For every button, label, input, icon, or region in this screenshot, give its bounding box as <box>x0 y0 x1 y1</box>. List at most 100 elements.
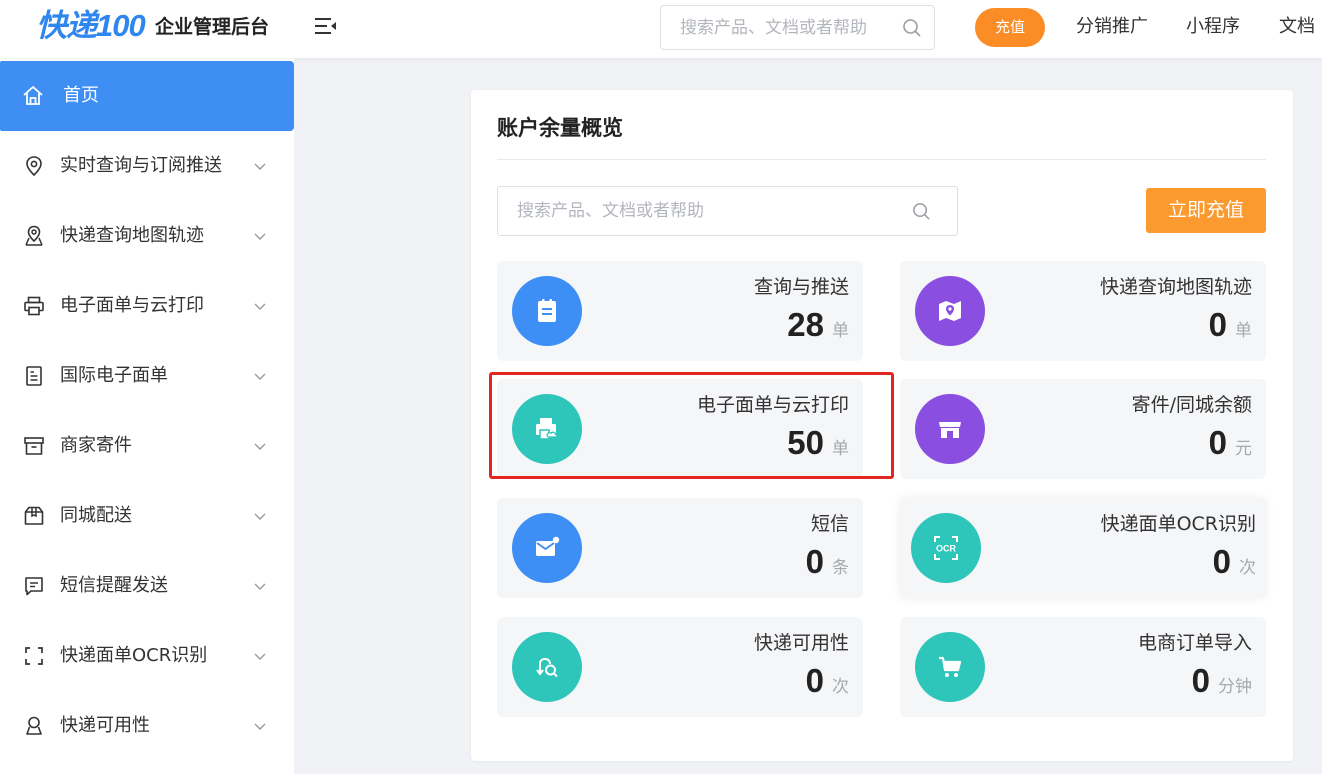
tile-name: 寄件/同城余额 <box>1131 394 1252 416</box>
tile-icon-circle <box>512 276 582 346</box>
map-route-icon <box>25 225 43 246</box>
package-icon <box>24 506 44 525</box>
charge-now-button[interactable]: 立即充值 <box>1146 188 1266 233</box>
divider <box>497 159 1266 160</box>
cart-icon <box>939 656 962 677</box>
home-icon <box>23 86 43 105</box>
sidebar-item-label: 快递查询地图轨迹 <box>60 225 204 246</box>
tile-order-import[interactable]: 电商订单导入 0 分钟 <box>900 617 1266 717</box>
tile-unit: 元 <box>1235 439 1252 459</box>
scan-icon <box>25 647 43 665</box>
tile-icon-circle <box>512 632 582 702</box>
sidebar-item-label: 同城配送 <box>60 505 132 526</box>
printer-icon <box>24 296 44 316</box>
ocr-icon: OCR <box>934 536 958 560</box>
ocr-text: OCR <box>936 544 957 554</box>
tile-icon-circle <box>512 394 582 464</box>
chevron-down-icon <box>254 233 266 240</box>
sidebar-item-availability[interactable]: 快递可用性 <box>0 691 294 761</box>
logo[interactable]: 快递100 <box>36 9 146 43</box>
tile-number: 0 <box>1208 306 1227 343</box>
tile-icon-circle: OCR <box>911 513 981 583</box>
tile-name: 快递面单OCR识别 <box>1100 513 1256 535</box>
tile-map-track[interactable]: 快递查询地图轨迹 0单 <box>900 261 1266 361</box>
sidebar-item-label: 商家寄件 <box>60 435 132 456</box>
chevron-down-icon <box>254 653 266 660</box>
sidebar-item-sms[interactable]: 短信提醒发送 <box>0 551 294 621</box>
menu-collapse-icon[interactable] <box>315 16 337 36</box>
sidebar-item-intl-waybill[interactable]: 国际电子面单 <box>0 341 294 411</box>
tile-number: 0 <box>1208 424 1227 461</box>
sidebar-item-label: 实时查询与订阅推送 <box>60 155 222 176</box>
tile-unit: 条 <box>832 558 849 578</box>
sidebar: 首页 实时查询与订阅推送 快递查询地图轨迹 电子面单与云打印 国际电子面单 商家… <box>0 58 294 774</box>
map-icon <box>939 301 961 321</box>
message-icon <box>25 577 43 596</box>
sidebar-item-merchant-shipping[interactable]: 商家寄件 <box>0 411 294 481</box>
account-overview-card: 账户余量概览 立即充值 查询与推送 28 单 <box>471 90 1293 761</box>
tile-name: 快递可用性 <box>753 632 849 654</box>
location-pin-icon <box>26 156 42 177</box>
user-location-icon <box>26 716 42 735</box>
tile-e-waybill[interactable]: 电子面单与云打印 50 单 <box>497 379 863 479</box>
mail-icon <box>536 536 560 556</box>
sidebar-item-e-waybill[interactable]: 电子面单与云打印 <box>0 271 294 341</box>
sidebar-item-ocr[interactable]: 快递面单OCR识别 <box>0 621 294 691</box>
recharge-button[interactable]: 充值 <box>975 8 1045 47</box>
card-title: 账户余量概览 <box>497 116 623 140</box>
tile-sms[interactable]: 短信 0条 <box>497 498 863 598</box>
tile-value: 0次 <box>1213 542 1256 588</box>
tile-unit: 单 <box>832 321 849 341</box>
sidebar-item-city-delivery[interactable]: 同城配送 <box>0 481 294 551</box>
tile-availability[interactable]: 快递可用性 0次 <box>497 617 863 717</box>
tile-value: 0元 <box>1209 423 1252 469</box>
app-title: 企业管理后台 <box>155 16 270 38</box>
tile-unit: 单 <box>832 439 849 459</box>
tile-number: 0 <box>805 662 824 699</box>
tile-icon-circle <box>915 394 985 464</box>
sidebar-item-label: 快递面单OCR识别 <box>60 645 208 666</box>
overview-search-input[interactable] <box>498 187 898 235</box>
sidebar-item-home[interactable]: 首页 <box>0 61 294 131</box>
clipboard-icon <box>538 299 556 322</box>
tile-name: 电商订单导入 <box>1137 632 1252 654</box>
overview-search-box <box>497 186 958 236</box>
search-icon[interactable] <box>912 202 931 221</box>
sidebar-item-realtime-query[interactable]: 实时查询与订阅推送 <box>0 131 294 201</box>
tile-value: 0次 <box>806 661 849 707</box>
nav-mini-program[interactable]: 小程序 <box>1186 14 1240 40</box>
tile-value: 0单 <box>1209 305 1252 351</box>
tile-value: 50 单 <box>787 423 849 469</box>
search-icon[interactable] <box>902 18 922 38</box>
tile-shipping-balance[interactable]: 寄件/同城余额 0元 <box>900 379 1266 479</box>
tile-icon-circle <box>915 276 985 346</box>
tile-unit: 次 <box>832 677 849 697</box>
nav-docs[interactable]: 文档 <box>1279 14 1315 40</box>
top-search-box <box>660 5 935 50</box>
route-search-icon <box>536 657 558 678</box>
document-icon <box>26 366 42 386</box>
tile-number: 0 <box>1191 662 1210 699</box>
chevron-down-icon <box>254 443 266 450</box>
chevron-down-icon <box>254 723 266 730</box>
tile-name: 短信 <box>810 513 849 535</box>
tile-name: 快递查询地图轨迹 <box>1099 276 1252 298</box>
top-search-input[interactable] <box>661 6 881 49</box>
sidebar-item-map-track[interactable]: 快递查询地图轨迹 <box>0 201 294 271</box>
shop-icon <box>939 422 961 438</box>
tile-number: 0 <box>805 543 824 580</box>
tile-unit: 分钟 <box>1218 677 1252 697</box>
chevron-down-icon <box>254 163 266 170</box>
archive-box-icon <box>24 437 44 455</box>
tile-value: 28 单 <box>787 305 849 351</box>
tile-number: 0 <box>1212 543 1231 580</box>
tile-value: 0条 <box>806 542 849 588</box>
top-bar: 快递100 企业管理后台 充值 分销推广 小程序 文档 <box>0 0 1322 58</box>
chevron-down-icon <box>254 373 266 380</box>
tile-query-push[interactable]: 查询与推送 28 单 <box>497 261 863 361</box>
nav-distribution[interactable]: 分销推广 <box>1076 14 1148 40</box>
sidebar-item-label: 电子面单与云打印 <box>60 295 204 316</box>
sidebar-item-label: 快递可用性 <box>60 715 150 736</box>
chevron-down-icon <box>254 303 266 310</box>
tile-ocr[interactable]: OCR 快递面单OCR识别 0次 <box>900 498 1266 598</box>
